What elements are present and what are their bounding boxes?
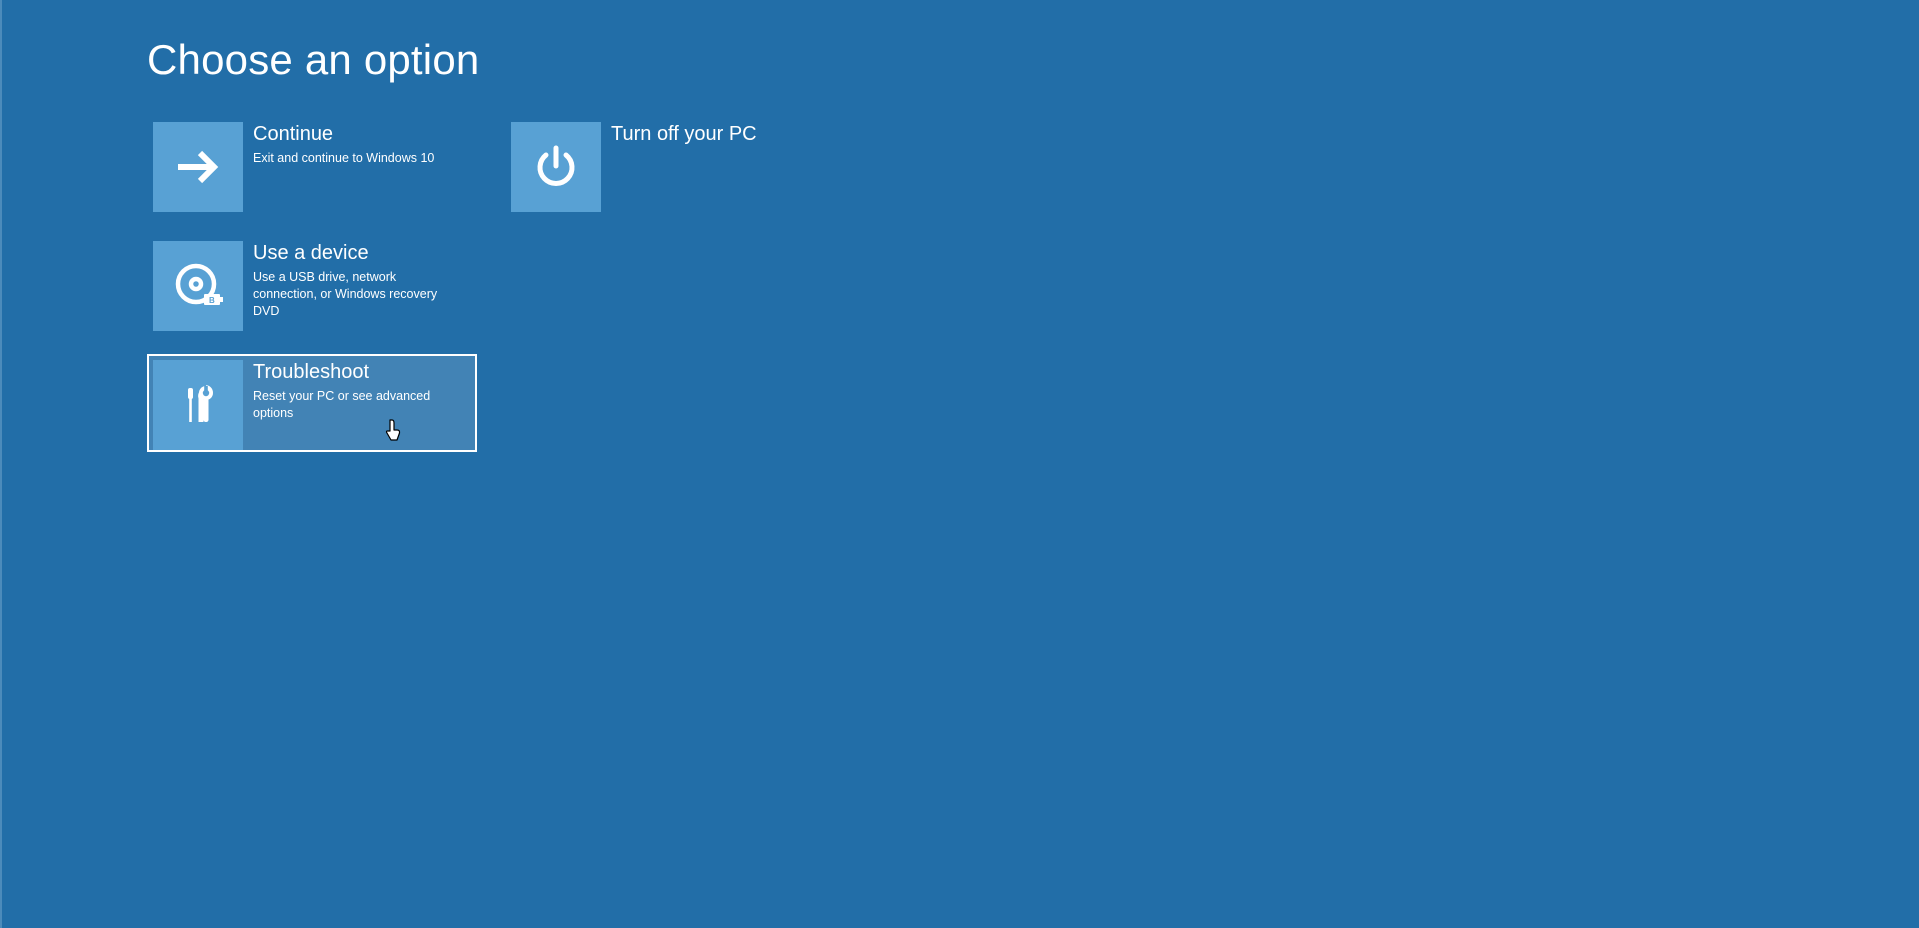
turn-off-pc-button[interactable]: Turn off your PC [505,116,835,214]
use-device-button[interactable]: B Use a device Use a USB drive, network … [147,235,477,333]
disc-usb-icon: B [153,241,243,331]
tile-desc: Use a USB drive, network connection, or … [253,269,461,320]
options-grid: Continue Exit and continue to Windows 10 [147,116,1919,452]
arrow-right-icon [153,122,243,212]
tile-title: Continue [253,122,434,147]
tile-text: Use a device Use a USB drive, network co… [243,241,471,320]
tools-icon [153,360,243,450]
power-icon [511,122,601,212]
tile-title: Use a device [253,241,461,266]
tile-desc: Reset your PC or see advanced options [253,388,461,422]
recovery-options-screen: Choose an option Continue Exit and conti… [2,0,1919,452]
tile-text: Continue Exit and continue to Windows 10 [243,122,444,167]
column-right: Turn off your PC [505,116,835,452]
tile-title: Troubleshoot [253,360,461,385]
tile-title: Turn off your PC [611,122,757,147]
continue-button[interactable]: Continue Exit and continue to Windows 10 [147,116,477,214]
tile-text: Turn off your PC [601,122,767,150]
svg-text:B: B [209,296,215,305]
column-left: Continue Exit and continue to Windows 10 [147,116,477,452]
tile-text: Troubleshoot Reset your PC or see advanc… [243,360,471,422]
page-title: Choose an option [147,36,1919,84]
troubleshoot-button[interactable]: Troubleshoot Reset your PC or see advanc… [147,354,477,452]
tile-desc: Exit and continue to Windows 10 [253,150,434,167]
